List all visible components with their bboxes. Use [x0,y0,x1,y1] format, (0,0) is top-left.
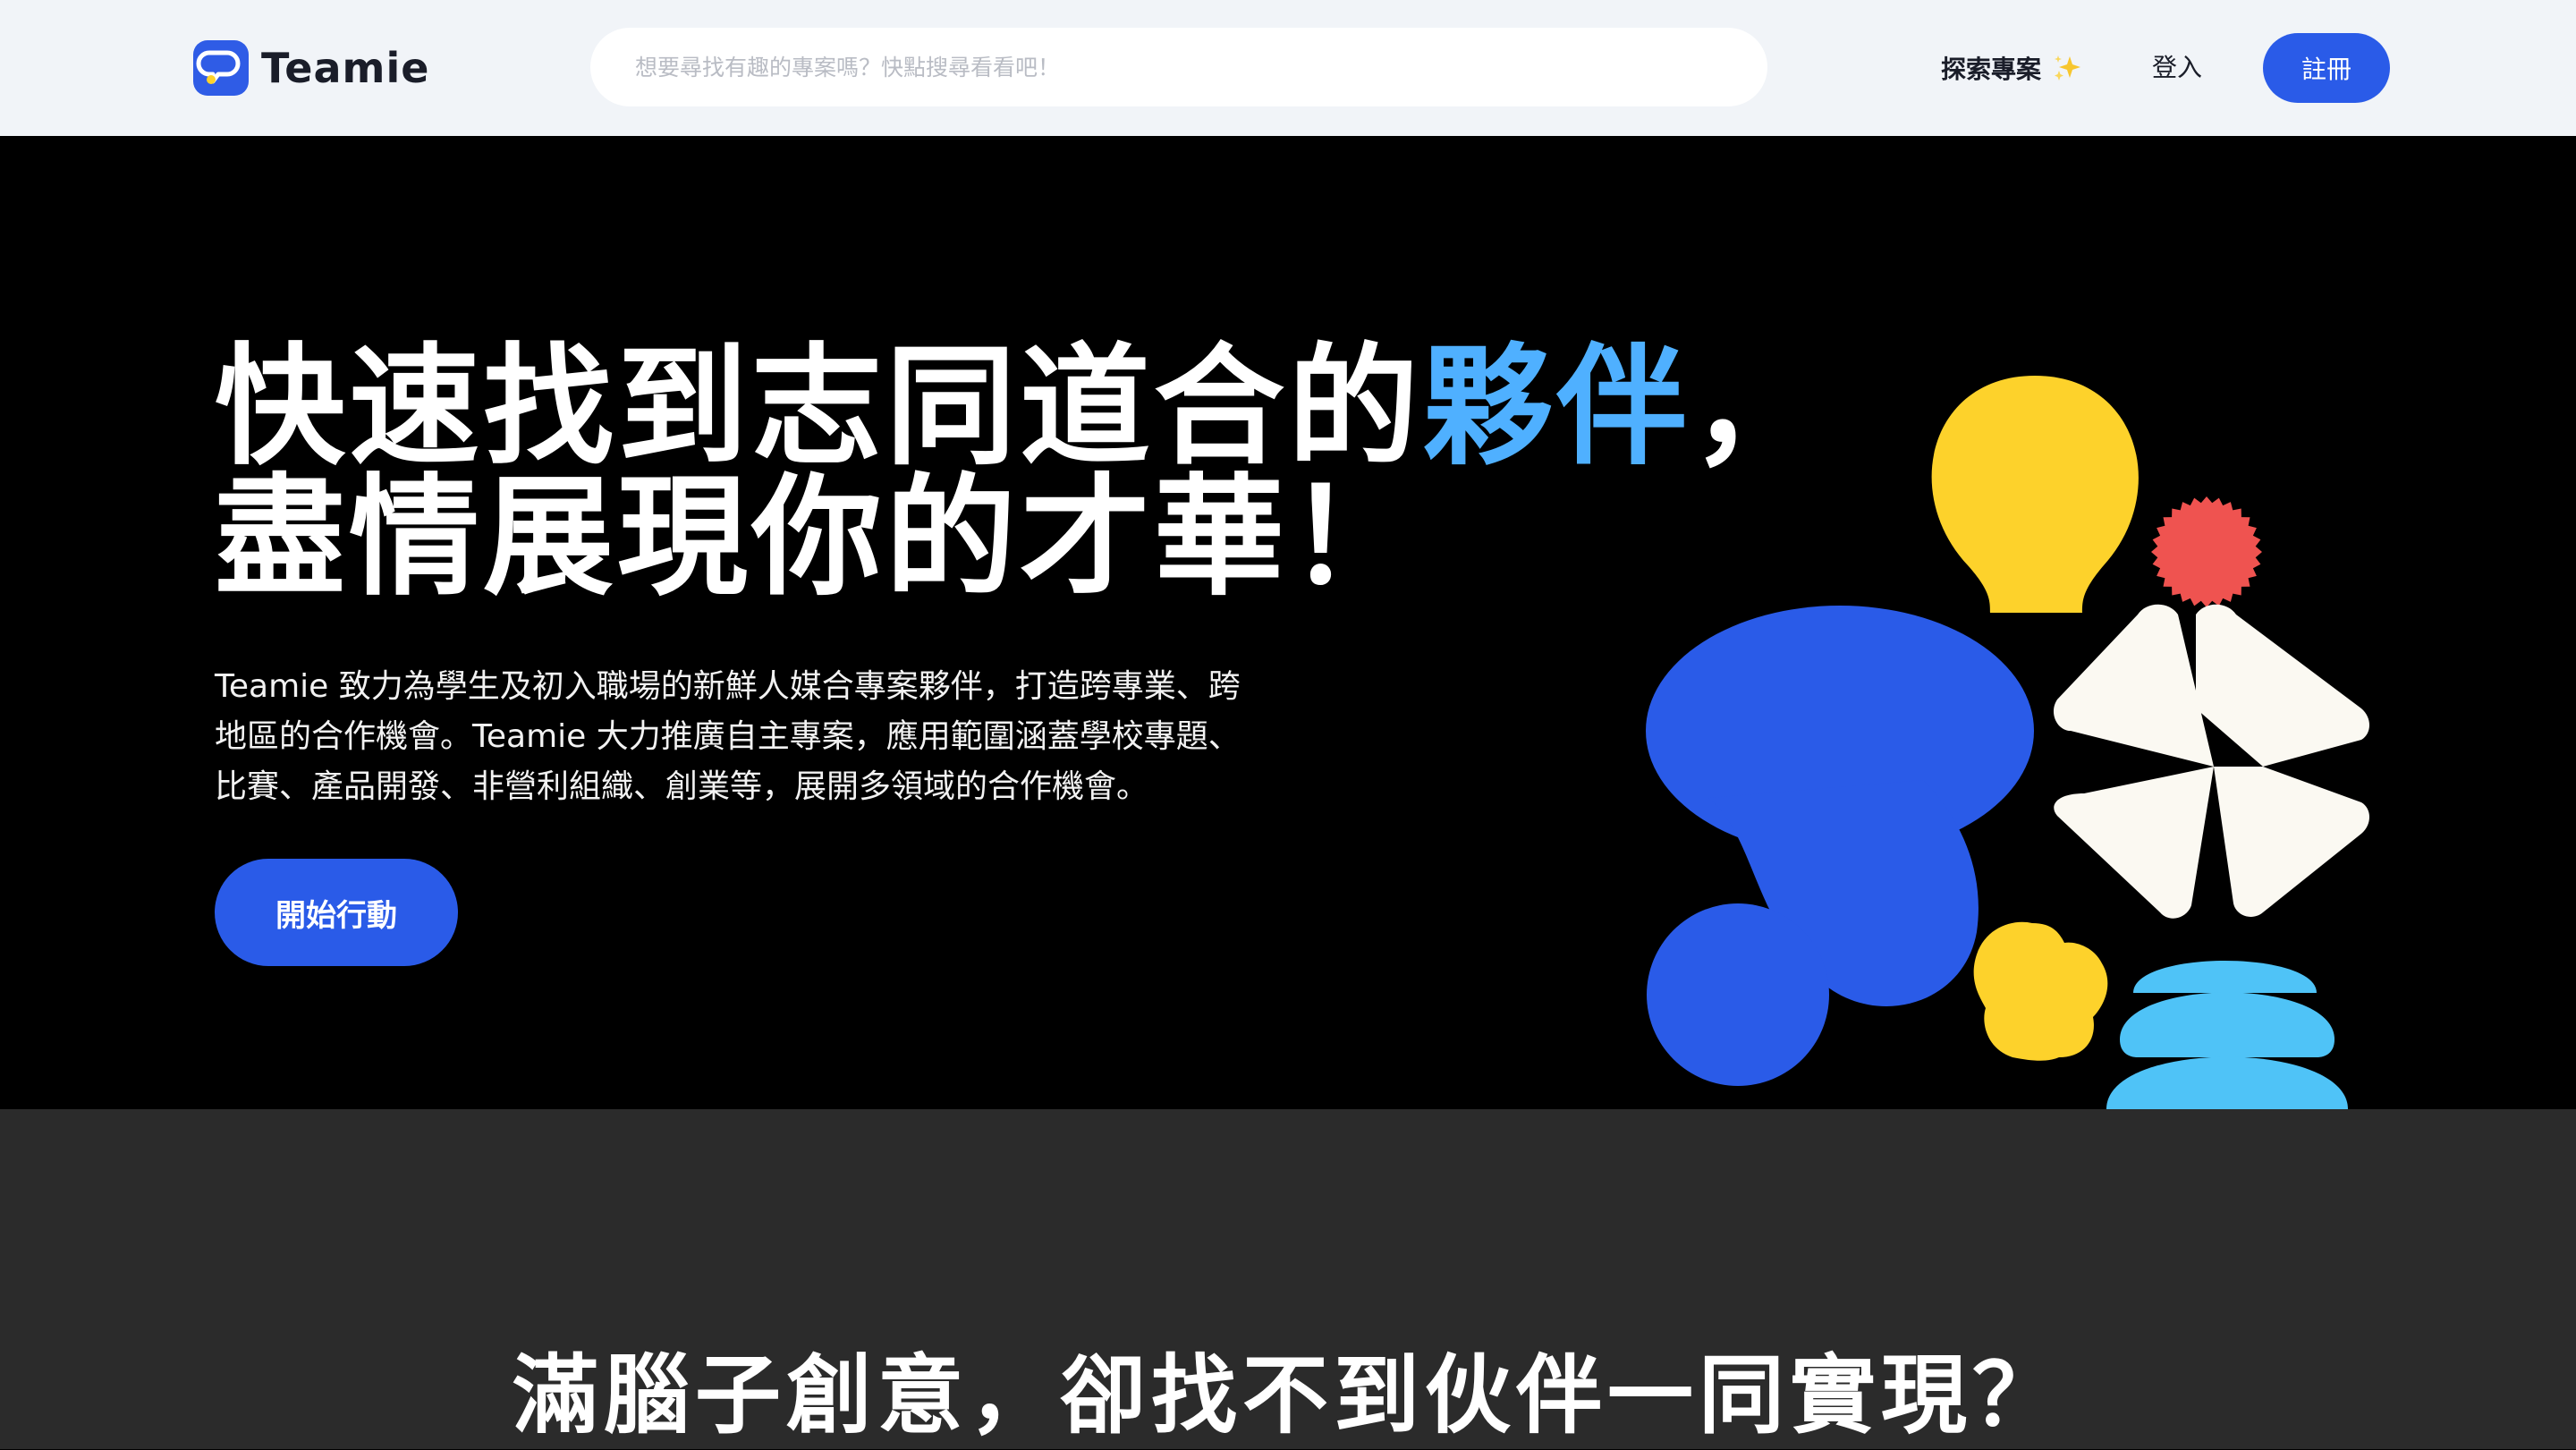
explore-projects-label: 探索專案 [1941,55,2042,84]
blue-blob-shape [1646,606,2034,1086]
starburst-path [2151,496,2262,607]
logo-text: Teamie [261,44,430,92]
hero-section: 快速找到志同道合的夥伴， 盡情展現你的才華！ Teamie 致力為學生及初入職場… [0,136,2576,1109]
hero-illustration [1646,376,2369,1109]
teamie-logo-icon [193,40,249,96]
register-button[interactable]: 註冊 [2263,33,2390,103]
logo[interactable]: Teamie [193,39,429,97]
stacked-shape [2106,961,2348,1109]
problem-section-title: 滿腦子創意，卻找不到伙伴一同實現？ [513,1345,2063,1446]
lightbulb-shape [1931,376,2139,613]
pinwheel-shape [2053,604,2369,919]
starburst-shape [2151,496,2262,607]
sparkle-icon [2055,55,2081,81]
explore-projects-link[interactable]: 探索專案 [1941,47,2082,89]
flower-shape [1973,921,2108,1061]
login-link[interactable]: 登入 [2152,47,2202,89]
top-nav-bar: Teamie 探索專案 登入 註冊 [0,0,2576,136]
search-input[interactable] [590,28,1767,106]
problem-section: 滿腦子創意，卻找不到伙伴一同實現？ [0,1109,2576,1449]
